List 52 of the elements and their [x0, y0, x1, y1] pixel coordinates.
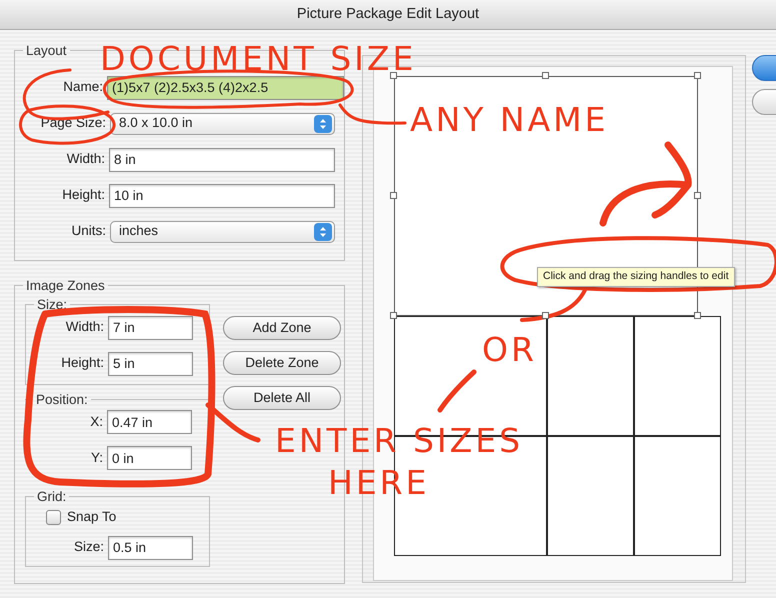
- checkbox-label: Snap To: [67, 508, 116, 526]
- image-zone[interactable]: [547, 436, 634, 556]
- action-button[interactable]: Delete All: [223, 386, 341, 410]
- resize-handle[interactable]: [390, 72, 397, 79]
- group-title: Image Zones: [25, 278, 106, 292]
- annotation-text: OR: [482, 333, 537, 366]
- resize-handle[interactable]: [390, 192, 397, 199]
- resize-handle[interactable]: [694, 312, 701, 319]
- text-field[interactable]: 8 in: [109, 148, 335, 172]
- annotation-text: DOCUMENT SIZE: [100, 42, 416, 75]
- resize-handle[interactable]: [542, 312, 549, 319]
- field-label: Width:: [66, 319, 104, 334]
- text-field[interactable]: 10 in: [109, 184, 335, 208]
- annotation-line: [338, 104, 406, 125]
- image-zone[interactable]: [547, 316, 634, 436]
- text-field[interactable]: 0.5 in: [108, 536, 193, 560]
- resize-handle[interactable]: [542, 72, 549, 79]
- text-field[interactable]: 5 in: [108, 352, 193, 376]
- dropdown-arrows-icon: [314, 114, 332, 132]
- annotation-line: [206, 402, 260, 442]
- field-label: Size:: [74, 539, 104, 554]
- action-button[interactable]: Delete Zone: [223, 351, 341, 375]
- field-label: Height:: [61, 355, 104, 370]
- field-label: Y:: [90, 450, 103, 465]
- dropdown[interactable]: 8.0 x 10.0 in: [110, 112, 335, 134]
- text-field[interactable]: 7 in: [108, 316, 193, 340]
- field-label: X:: [90, 414, 103, 429]
- field-label: Units:: [71, 223, 106, 238]
- field-label: Width:: [66, 151, 105, 166]
- window-title: Picture Package Edit Layout: [296, 4, 480, 24]
- resize-handle[interactable]: [694, 192, 701, 199]
- checkbox[interactable]: [46, 510, 61, 525]
- text-field[interactable]: 0 in: [107, 446, 192, 470]
- field-label: Name:: [63, 79, 103, 94]
- group-title: Position:: [35, 392, 89, 406]
- group-title: Layout: [25, 44, 68, 58]
- annotation-line: [438, 370, 476, 412]
- action-button[interactable]: Add Zone: [223, 316, 341, 340]
- group-title: Grid:: [36, 490, 68, 504]
- image-zone[interactable]: [634, 436, 721, 556]
- group-title: Size:: [36, 298, 68, 312]
- text-field[interactable]: (1)5x7 (2)2.5x3.5 (4)2x2.5: [107, 76, 344, 100]
- annotation-text: ANY NAME: [410, 103, 608, 136]
- image-zone[interactable]: [634, 316, 721, 436]
- annotation-line: [520, 288, 587, 322]
- tooltip: Click and drag the sizing handles to edit: [537, 267, 735, 287]
- resize-handle[interactable]: [390, 312, 397, 319]
- text-field[interactable]: 0.47 in: [107, 410, 192, 434]
- resize-handle[interactable]: [694, 72, 701, 79]
- dropdown[interactable]: inches: [110, 220, 335, 242]
- dropdown-arrows-icon: [314, 222, 332, 240]
- field-label: Height:: [62, 187, 105, 202]
